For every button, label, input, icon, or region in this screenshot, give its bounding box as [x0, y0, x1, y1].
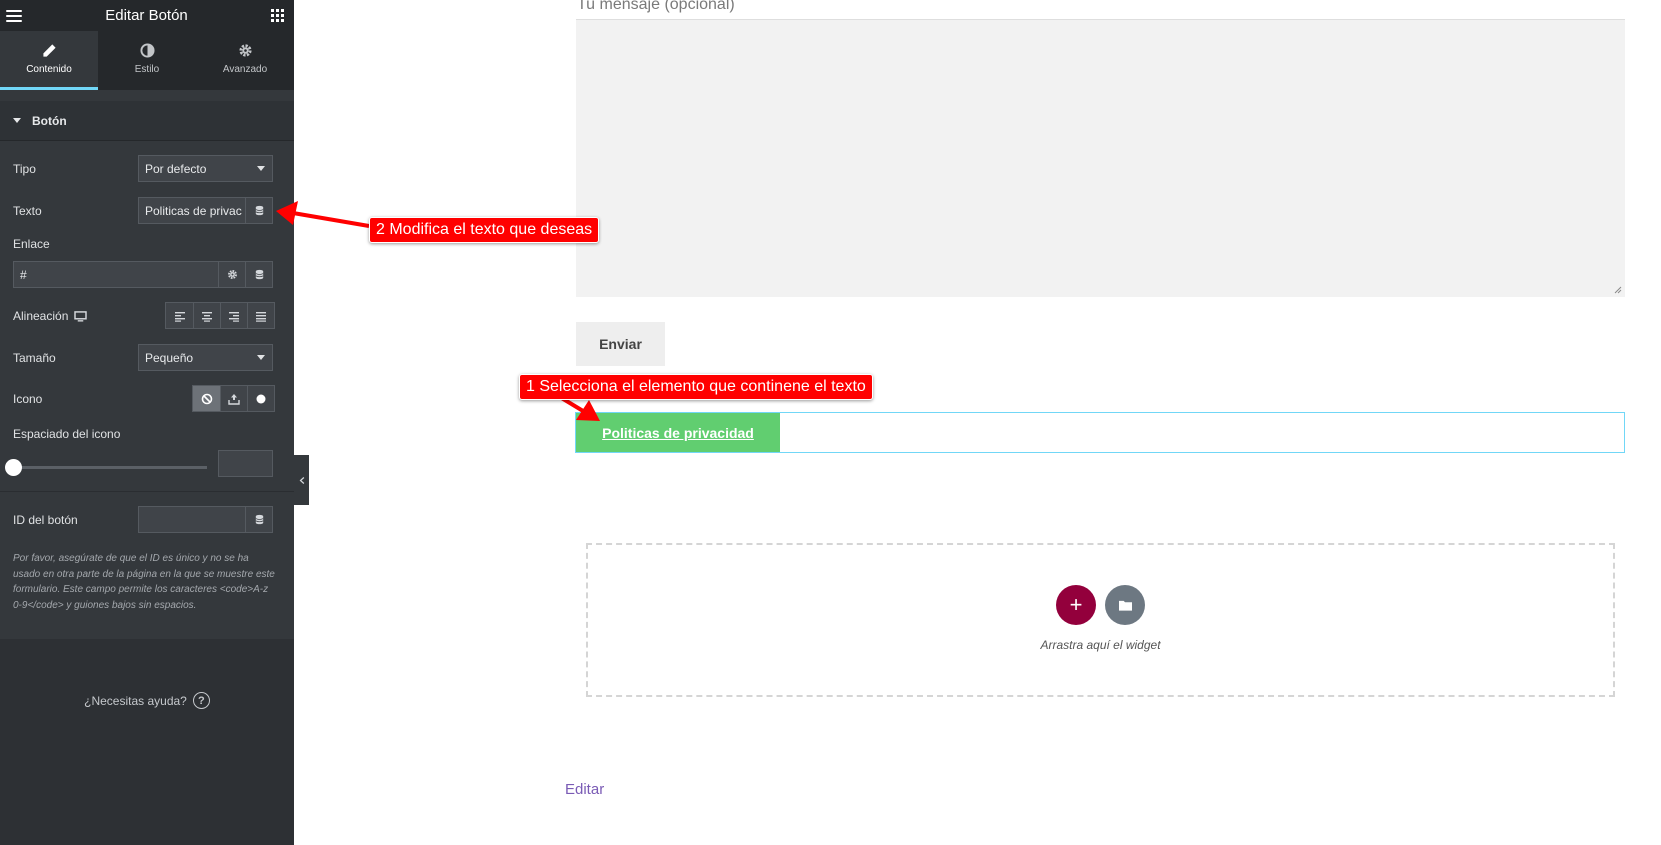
tipo-label: Tipo: [13, 162, 36, 176]
database-icon: [255, 269, 263, 280]
divider: [0, 491, 294, 492]
align-left-button[interactable]: [166, 303, 193, 328]
tab-label: Contenido: [26, 64, 72, 75]
message-label: Tu mensaje (opcional): [577, 0, 735, 13]
upload-icon: [228, 393, 240, 405]
icon-none-button[interactable]: [193, 386, 220, 411]
tab-avanzado[interactable]: Avanzado: [196, 31, 294, 90]
texto-value: Politicas de privac: [145, 203, 242, 218]
hamburger-icon[interactable]: [6, 9, 22, 22]
spacing-number-input[interactable]: [218, 450, 273, 477]
enlace-input[interactable]: #: [13, 261, 273, 288]
tab-label: Estilo: [134, 64, 160, 75]
tab-label: Avanzado: [222, 64, 268, 75]
enlace-label: Enlace: [13, 237, 50, 251]
dynamic-tags-button[interactable]: [245, 507, 272, 532]
spacing-slider-track[interactable]: [13, 466, 207, 469]
help-link-text: ¿Necesitas ayuda?: [84, 693, 187, 708]
panel-footer-area: [0, 639, 294, 845]
widget-drop-zone[interactable]: [586, 543, 1615, 697]
plus-icon: +: [1069, 592, 1083, 617]
tipo-select[interactable]: Por defecto: [138, 155, 273, 182]
icon-library-button[interactable]: [247, 386, 274, 411]
tamano-label: Tamaño: [13, 351, 56, 365]
ban-icon: [201, 393, 212, 404]
tab-contenido[interactable]: Contenido: [0, 31, 98, 90]
texto-input[interactable]: Politicas de privac: [138, 197, 273, 224]
edit-link[interactable]: Editar: [565, 781, 604, 798]
icon-upload-button[interactable]: [220, 386, 247, 411]
id-boton-label: ID del botón: [13, 513, 78, 527]
align-right-button[interactable]: [220, 303, 247, 328]
texto-label: Texto: [13, 204, 42, 218]
align-justify-button[interactable]: [247, 303, 274, 328]
message-textarea[interactable]: [576, 19, 1625, 297]
pencil-icon: [42, 44, 56, 57]
chevron-left-icon: [299, 476, 304, 484]
circle-icon: [256, 394, 266, 403]
tab-estilo[interactable]: Estilo: [98, 31, 196, 90]
privacy-policy-button[interactable]: Politicas de privacidad: [576, 413, 780, 452]
question-icon: ?: [192, 692, 210, 709]
chevron-down-icon: [257, 166, 265, 171]
enlace-value: #: [20, 267, 27, 282]
spacing-slider-handle[interactable]: [5, 459, 22, 476]
add-template-button[interactable]: [1105, 585, 1145, 625]
align-justify-icon: [256, 311, 266, 322]
align-center-icon: [202, 311, 212, 322]
id-help-text: Por favor, asegúrate de que el ID es úni…: [13, 553, 275, 611]
link-options-button[interactable]: [218, 262, 245, 287]
tamano-value: Pequeño: [145, 350, 194, 365]
alignment-buttons: [165, 302, 275, 329]
section-toggle-boton[interactable]: Botón: [0, 101, 294, 141]
chevron-down-icon: [257, 355, 265, 360]
tipo-value: Por defecto: [145, 161, 207, 176]
panel-title: Editar Botón: [105, 7, 188, 24]
espaciado-label: Espaciado del icono: [13, 427, 121, 441]
caret-down-icon: [13, 118, 21, 123]
gear-icon: [227, 270, 237, 279]
panel-header: Editar Botón: [0, 0, 294, 31]
align-right-icon: [229, 311, 239, 322]
dynamic-tags-button[interactable]: [245, 198, 272, 223]
drop-hint: Arrastra aquí el widget: [1040, 638, 1161, 652]
section-title: Botón: [32, 113, 67, 128]
send-button[interactable]: Enviar: [576, 322, 665, 366]
editor-screen: Editar Botón Contenido Estilo Avanzado B…: [0, 0, 1661, 845]
database-icon: [255, 205, 263, 216]
icono-label: Icono: [13, 392, 43, 406]
dynamic-tags-button[interactable]: [245, 262, 272, 287]
monitor-icon[interactable]: [74, 310, 88, 322]
database-icon: [255, 514, 263, 525]
align-center-button[interactable]: [193, 303, 220, 328]
help-link[interactable]: ¿Necesitas ayuda? ?: [0, 692, 294, 709]
alineacion-label: Alineación: [13, 309, 88, 323]
editor-panel: Editar Botón Contenido Estilo Avanzado B…: [0, 0, 294, 845]
annotation-step-2: 2 Modifica el texto que deseas: [369, 217, 600, 243]
resize-grip-icon[interactable]: [1614, 286, 1622, 294]
icon-choice-buttons: [192, 385, 275, 412]
add-section-button[interactable]: +: [1056, 585, 1096, 625]
annotation-step-1: 1 Selecciona el elemento que continene e…: [519, 374, 873, 400]
contrast-icon: [139, 43, 155, 58]
align-left-icon: [174, 311, 185, 322]
gear-icon: [238, 44, 252, 57]
collapse-panel-button[interactable]: [294, 455, 309, 505]
panel-tabs: Contenido Estilo Avanzado: [0, 31, 294, 90]
tamano-select[interactable]: Pequeño: [138, 344, 273, 371]
id-boton-input[interactable]: [138, 506, 273, 533]
apps-grid-icon[interactable]: [271, 9, 284, 22]
folder-icon: [1118, 600, 1132, 611]
alineacion-text: Alineación: [13, 309, 69, 323]
